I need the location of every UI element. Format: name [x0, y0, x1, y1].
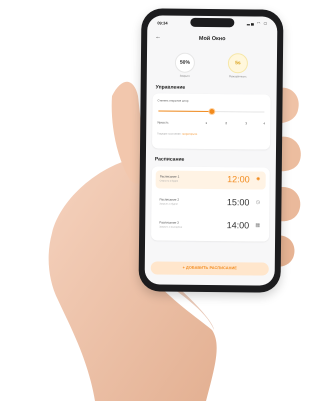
closed-gauge-label: Закрыто: [179, 74, 190, 78]
light-gauge-label: Освещённость: [228, 75, 247, 79]
schedule-subtitle: Закрыть в выходные: [159, 225, 183, 229]
brightness-tick[interactable]: 1: [202, 121, 210, 125]
schedule-row[interactable]: Расписание 3 Закрыть в выходные 14:00 ▦: [155, 216, 265, 235]
control-card: Степень открытия штор Яркость 1 2 3 4 Те…: [152, 93, 271, 150]
position-label: Степень открытия штор: [157, 98, 189, 103]
schedule-subtitle: Открыть в будни: [159, 179, 179, 183]
position-slider-thumb[interactable]: [207, 107, 215, 116]
schedule-name: Расписание 3: [159, 220, 179, 225]
clock-icon[interactable]: ◷: [255, 199, 260, 205]
schedule-time: 14:00: [226, 220, 250, 231]
schedule-time: 15:00: [226, 197, 250, 208]
position-slider-fill: [158, 110, 212, 113]
brightness-tick[interactable]: 3: [242, 121, 250, 125]
app-header: ← Мой Окно: [147, 33, 277, 46]
photo-scene: 09:34 ▂▄ ◠ ▭ ← Мой Окно 50% Закрыто 5s О…: [0, 0, 307, 401]
control-section-title: Управление: [155, 84, 186, 91]
closed-gauge-value: 50%: [174, 52, 196, 73]
schedule-time: 12:00: [227, 174, 250, 185]
schedule-name: Расписание 1: [159, 174, 180, 179]
app-screen: 09:34 ▂▄ ◠ ▭ ← Мой Окно 50% Закрыто 5s О…: [144, 15, 278, 286]
closed-gauge: 50% Закрыто: [162, 52, 208, 78]
signal-icon: ▂▄: [246, 20, 255, 26]
light-gauge: 5s Освещённость: [215, 53, 261, 78]
status-bar: 09:34 ▂▄ ◠ ▭: [147, 15, 277, 30]
state-footnote-text: Текущее состояние:: [157, 132, 182, 136]
sun-icon[interactable]: ✺: [256, 176, 261, 182]
add-schedule-button[interactable]: + ДОБАВИТЬ РАСПИСАНИЕ: [150, 261, 269, 276]
wifi-icon: ◠: [256, 20, 262, 26]
schedule-row[interactable]: Расписание 1 Открыть в будни 12:00 ✺: [155, 170, 266, 190]
calendar-icon[interactable]: ▦: [255, 222, 260, 228]
phone-notch: [190, 17, 235, 28]
battery-icon: ▭: [263, 20, 269, 26]
status-time: 09:34: [157, 20, 168, 26]
brightness-tick[interactable]: 4: [260, 122, 268, 126]
light-gauge-value: 5s: [227, 53, 249, 74]
schedule-subtitle: Закрыть в будни: [159, 202, 178, 206]
schedule-row[interactable]: Расписание 2 Закрыть в будни 15:00 ◷: [155, 193, 265, 212]
brightness-label: Яркость: [157, 120, 169, 125]
state-footnote-link[interactable]: полуоткрыто: [182, 133, 197, 136]
schedule-card: Расписание 1 Открыть в будни 12:00 ✺ Рас…: [151, 166, 270, 242]
phone-device: 09:34 ▂▄ ◠ ▭ ← Мой Окно 50% Закрыто 5s О…: [138, 8, 284, 293]
schedule-section-title: Расписание: [154, 156, 185, 163]
brightness-tick[interactable]: 2: [222, 121, 230, 125]
state-footnote: Текущее состояние: полуоткрыто: [157, 132, 197, 135]
page-title: Мой Окно: [198, 35, 226, 43]
schedule-name: Расписание 2: [159, 197, 180, 202]
